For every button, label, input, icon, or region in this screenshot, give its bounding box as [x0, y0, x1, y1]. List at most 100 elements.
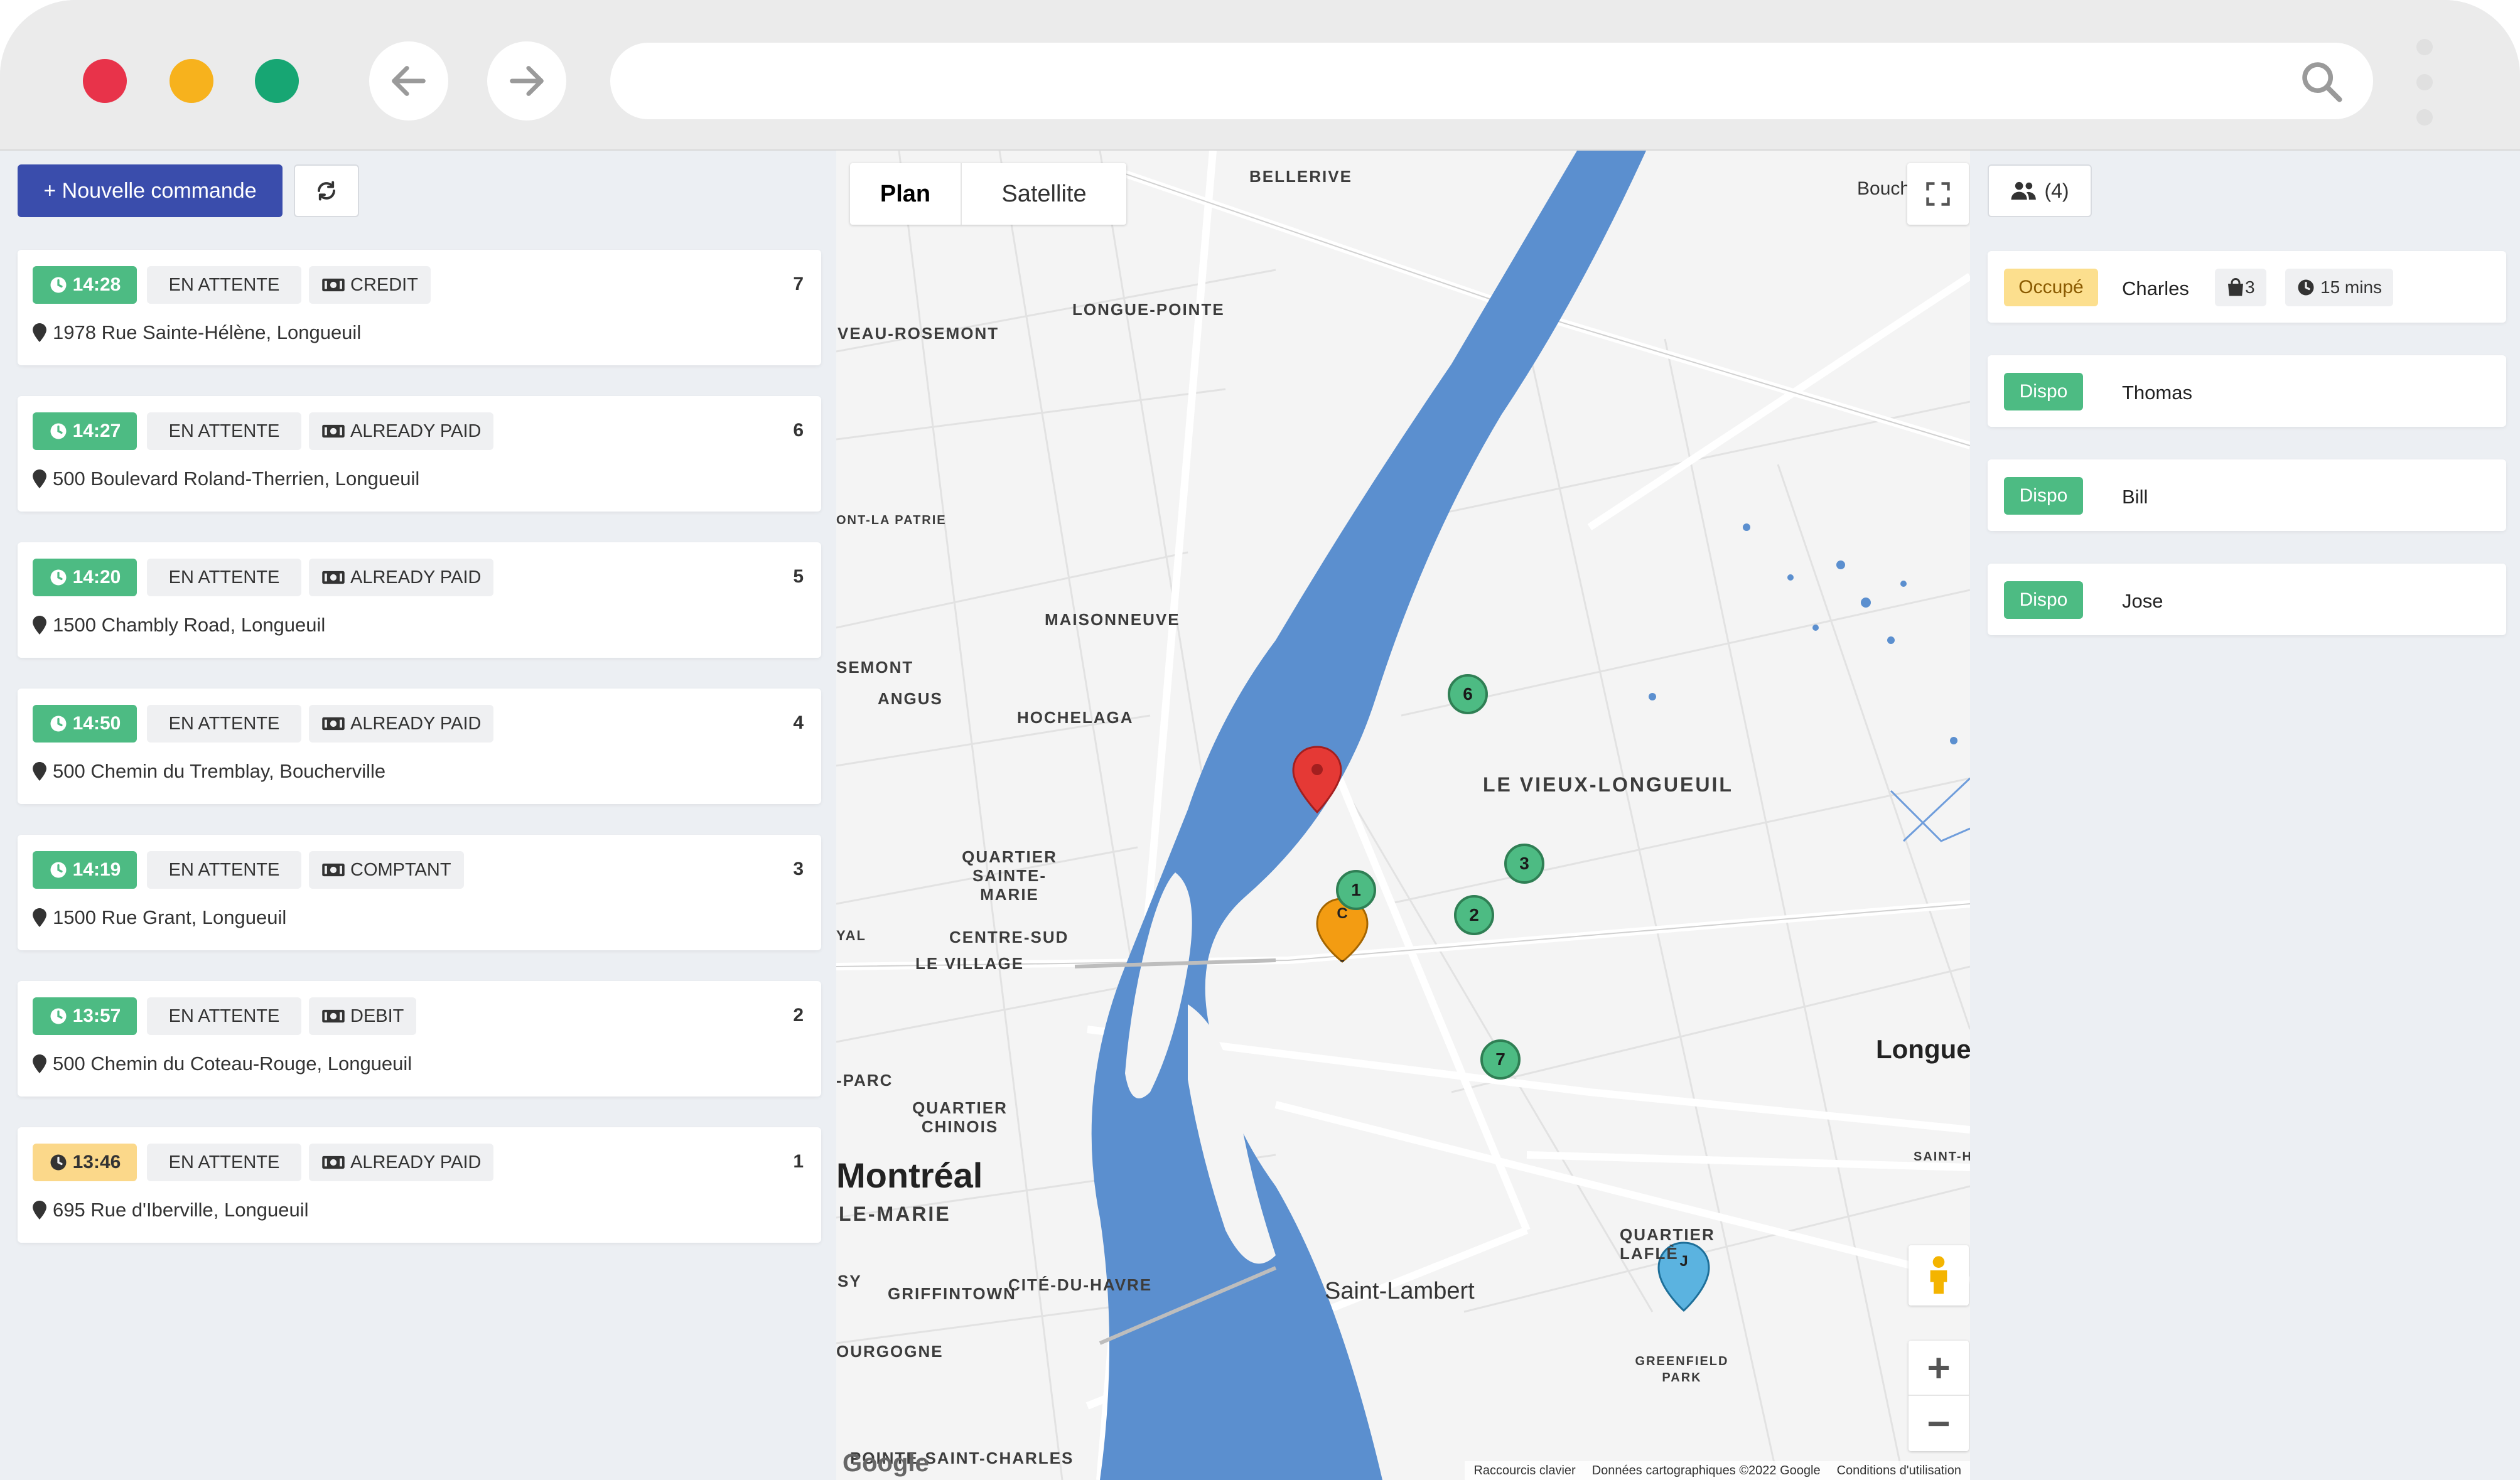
clock-icon: [50, 862, 67, 878]
order-status-badge: EN ATTENTE: [147, 705, 301, 743]
browser-window: + Nouvelle commande 14:28 EN ATTENTE CREDI…: [0, 0, 2520, 1480]
maximize-window-button[interactable]: [255, 59, 299, 103]
order-address: 1500 Rue Grant, Longueuil: [33, 906, 286, 929]
map-label: ONT-LA PATRIE: [836, 513, 947, 527]
forward-button[interactable]: [487, 41, 566, 121]
order-address: 695 Rue d'Iberville, Longueuil: [33, 1199, 308, 1221]
map-type-plan[interactable]: Plan: [850, 163, 961, 225]
driver-card[interactable]: Dispo Jose: [1988, 564, 2506, 635]
order-card[interactable]: 14:27 EN ATTENTE ALREADY PAID 6 500 Boulevar…: [18, 396, 821, 512]
clock-icon: [50, 423, 67, 439]
map-pin-icon: [33, 1201, 46, 1220]
order-time-badge: 13:46: [33, 1144, 137, 1181]
order-number: 4: [793, 712, 804, 733]
map-pin-icon: [33, 469, 46, 488]
order-time: 13:46: [72, 1152, 121, 1172]
order-address-text: 1500 Chambly Road, Longueuil: [53, 614, 326, 636]
pin-j-label-wrap[interactable]: J: [1664, 1247, 1704, 1309]
order-payment-badge: ALREADY PAID: [309, 1144, 494, 1181]
driver-name: Bill: [2122, 486, 2148, 508]
order-time: 14:28: [72, 274, 121, 295]
order-status-badge: EN ATTENTE: [147, 266, 301, 304]
fullscreen-button[interactable]: [1907, 163, 1969, 225]
map-label: CENTRE-SUD: [949, 928, 1069, 946]
order-marker-7[interactable]: 7: [1480, 1039, 1521, 1080]
map-label: QUARTIER CHINOIS: [912, 1098, 1008, 1136]
order-time: 14:20: [72, 567, 121, 587]
clock-icon: [50, 277, 67, 293]
order-payment-badge: COMPTANT: [309, 851, 464, 889]
cash-icon: [322, 424, 345, 438]
driver-card[interactable]: Dispo Bill: [1988, 459, 2506, 531]
bag-icon: [2228, 278, 2243, 296]
terms-link[interactable]: Conditions d'utilisation: [1837, 1464, 1961, 1478]
map-pin-icon: [33, 323, 46, 342]
map-pin-icon: [33, 762, 46, 781]
driver-orders-count: 3: [2245, 277, 2255, 297]
map-label: -PARC: [836, 1071, 893, 1090]
order-address-text: 1978 Rue Sainte-Hélène, Longueuil: [53, 321, 362, 343]
order-marker-3[interactable]: 3: [1504, 844, 1544, 884]
map-type-satellite[interactable]: Satellite: [961, 163, 1126, 225]
driver-name: Thomas: [2122, 382, 2192, 404]
map-label: YAL: [836, 928, 866, 943]
cash-icon: [322, 278, 345, 292]
driver-status-badge: Dispo: [2004, 581, 2083, 619]
order-card[interactable]: 13:57 EN ATTENTE DEBIT 2 500 Chemin du Cotea…: [18, 981, 821, 1097]
order-status-badge: EN ATTENTE: [147, 997, 301, 1035]
minimize-window-button[interactable]: [170, 59, 213, 103]
map-label: Saint-Lambert: [1325, 1278, 1475, 1304]
map[interactable]: BELLERIVE LONGUE-POINTE VEAU-ROSEMONT ON…: [836, 151, 1970, 1480]
street-view-button[interactable]: [1909, 1245, 1969, 1306]
cash-icon: [322, 717, 345, 731]
order-time-badge: 14:28: [33, 266, 137, 304]
driver-status-badge: Dispo: [2004, 477, 2083, 515]
clock-icon: [50, 716, 67, 732]
map-pin-icon: [33, 616, 46, 635]
order-card[interactable]: 14:19 EN ATTENTE COMPTANT 3 1500 Rue Grant, …: [18, 835, 821, 950]
address-bar[interactable]: [610, 43, 2373, 119]
order-time: 14:50: [72, 713, 121, 734]
keyboard-shortcuts-link[interactable]: Raccourcis clavier: [1473, 1464, 1575, 1478]
map-label: VEAU-ROSEMONT: [837, 324, 999, 343]
map-label: QUARTIER SAINTE-MARIE: [962, 847, 1057, 904]
order-marker-6[interactable]: 6: [1448, 674, 1488, 714]
browser-menu-icon[interactable]: [2412, 39, 2437, 127]
cash-icon: [322, 863, 345, 877]
order-payment: CREDIT: [350, 274, 418, 295]
order-card[interactable]: 14:28 EN ATTENTE CREDIT 7 1978 Rue Sainte-Hé…: [18, 250, 821, 365]
refresh-button[interactable]: [294, 164, 359, 217]
order-card[interactable]: 14:20 EN ATTENTE ALREADY PAID 5 1500 Chambly…: [18, 542, 821, 658]
drivers-button[interactable]: (4): [1988, 164, 2092, 217]
driver-status-badge: Occupé: [2004, 269, 2098, 306]
order-payment: ALREADY PAID: [350, 421, 482, 441]
order-address: 1978 Rue Sainte-Hélène, Longueuil: [33, 321, 361, 344]
pin-j-label: J: [1679, 1253, 1688, 1270]
map-label: CITÉ-DU-HAVRE: [1008, 1275, 1153, 1294]
driver-card[interactable]: Dispo Thomas: [1988, 355, 2506, 427]
clock-icon: [50, 1154, 67, 1171]
zoom-in-button[interactable]: +: [1909, 1341, 1969, 1396]
map-type-control: Plan Satellite: [850, 163, 1126, 225]
back-button[interactable]: [369, 41, 448, 121]
zoom-out-button[interactable]: −: [1909, 1396, 1969, 1451]
order-payment: COMPTANT: [350, 859, 451, 880]
order-time: 14:27: [72, 421, 121, 441]
driver-status-badge: Dispo: [2004, 373, 2083, 410]
order-time: 13:57: [72, 1005, 121, 1026]
order-number: 7: [793, 274, 804, 294]
map-label: GREENFIELD PARK: [1635, 1354, 1729, 1385]
close-window-button[interactable]: [83, 59, 127, 103]
order-number: 5: [793, 566, 804, 587]
pin-c-label-wrap[interactable]: C: [1322, 899, 1362, 962]
order-status-badge: EN ATTENTE: [147, 412, 301, 450]
order-card[interactable]: 13:46 EN ATTENTE ALREADY PAID 1 695 Rue d'Ib…: [18, 1127, 821, 1243]
order-marker-2[interactable]: 2: [1454, 895, 1494, 935]
map-label: LE VIEUX-LONGUEUIL: [1483, 773, 1733, 796]
order-payment: ALREADY PAID: [350, 713, 482, 734]
driver-card[interactable]: Occupé Charles 3 15 mins: [1988, 251, 2506, 323]
order-status-badge: EN ATTENTE: [147, 559, 301, 596]
search-icon[interactable]: [2298, 58, 2345, 105]
order-card[interactable]: 14:50 EN ATTENTE ALREADY PAID 4 500 Chemin d…: [18, 689, 821, 804]
new-order-button[interactable]: + Nouvelle commande: [18, 164, 283, 217]
